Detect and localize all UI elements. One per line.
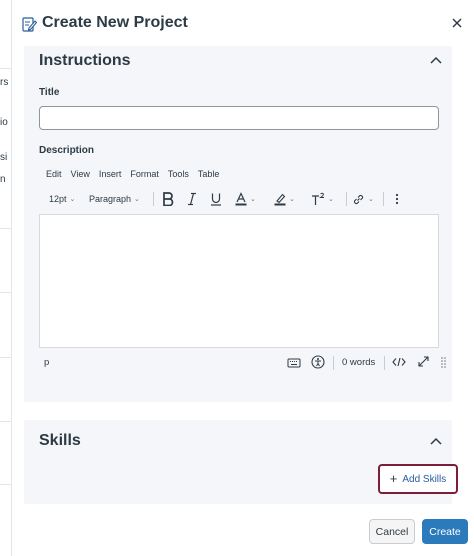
chevron-down-icon: ⌄ <box>134 196 140 203</box>
element-path[interactable]: p <box>44 357 49 368</box>
description-label: Description <box>39 145 95 156</box>
menu-tools[interactable]: Tools <box>168 169 189 179</box>
menu-view[interactable]: View <box>71 169 90 179</box>
menu-format[interactable]: Format <box>130 169 159 179</box>
divider <box>0 292 11 293</box>
block-format-value: Paragraph <box>89 194 132 204</box>
create-project-dialog: Create New Project Instructions Title De… <box>12 0 474 556</box>
chevron-down-icon: ⌄ <box>69 196 76 203</box>
background-text: rs <box>0 77 9 88</box>
title-label: Title <box>39 87 60 98</box>
underline-icon <box>211 193 221 206</box>
skills-panel: Skills + Add Skills <box>24 420 458 504</box>
font-size-value: 12pt <box>49 194 67 204</box>
link-icon <box>353 194 364 204</box>
background-text: n <box>0 174 6 185</box>
chevron-up-icon[interactable] <box>429 436 443 446</box>
bold-button[interactable] <box>162 191 174 207</box>
text-color-icon <box>235 192 247 206</box>
background-text: si <box>0 152 8 163</box>
word-count[interactable]: 0 words <box>342 357 375 368</box>
superscript-button[interactable]: ⌄ <box>311 191 334 207</box>
toolbar-divider <box>346 192 347 206</box>
resize-handle-icon[interactable] <box>440 356 447 369</box>
statusbar-divider <box>333 356 334 370</box>
chevron-down-icon: ⌄ <box>250 196 256 203</box>
more-button[interactable] <box>395 191 399 207</box>
instructions-heading: Instructions <box>39 52 131 69</box>
highlight-icon <box>274 193 286 206</box>
chevron-down-icon: ⌄ <box>368 196 374 203</box>
highlight-button[interactable]: ⌄ <box>274 191 295 207</box>
chevron-down-icon: ⌄ <box>328 196 334 203</box>
divider <box>0 228 11 229</box>
menu-insert[interactable]: Insert <box>99 169 122 179</box>
keyboard-icon[interactable] <box>287 356 301 369</box>
dialog-title: Create New Project <box>42 14 188 31</box>
add-skills-button[interactable]: + Add Skills <box>378 464 458 494</box>
close-icon[interactable] <box>449 15 465 31</box>
background-page: rs io si n <box>0 0 12 556</box>
dialog-header: Create New Project <box>12 0 474 48</box>
description-editor[interactable] <box>39 214 439 348</box>
divider <box>0 421 11 422</box>
italic-button[interactable] <box>187 191 197 207</box>
title-input[interactable] <box>39 106 439 130</box>
underline-button[interactable] <box>210 191 222 207</box>
chevron-down-icon: ⌄ <box>289 196 295 203</box>
divider <box>0 484 11 485</box>
instructions-panel: Instructions Title Description Edit View I… <box>24 46 452 402</box>
font-size-select[interactable]: 12pt ⌄ <box>49 191 75 207</box>
statusbar-divider <box>384 356 385 370</box>
divider <box>0 357 11 358</box>
block-format-select[interactable]: Paragraph ⌄ <box>89 191 140 207</box>
cancel-button[interactable]: Cancel <box>369 519 415 544</box>
text-color-button[interactable]: ⌄ <box>235 191 256 207</box>
toolbar-divider <box>383 192 384 206</box>
background-text: io <box>0 117 8 128</box>
html-code-icon[interactable] <box>392 357 406 367</box>
italic-icon <box>188 192 196 206</box>
add-skills-label: Add Skills <box>402 473 447 485</box>
create-button[interactable]: Create <box>422 519 468 544</box>
divider <box>0 68 11 69</box>
superscript-icon <box>312 192 324 205</box>
menu-edit[interactable]: Edit <box>46 169 62 179</box>
editor-statusbar: p 0 words <box>39 350 446 378</box>
chevron-up-icon[interactable] <box>429 55 443 65</box>
plus-icon: + <box>389 471 398 486</box>
bold-icon <box>163 192 174 206</box>
fullscreen-icon[interactable] <box>417 355 430 368</box>
editor-menubar: Edit View Insert Format Tools Table <box>46 169 228 183</box>
editor-toolbar: 12pt ⌄ Paragraph ⌄ ⌄ ⌄ ⌄ ⌄ <box>46 191 426 207</box>
menu-table[interactable]: Table <box>198 169 220 179</box>
accessibility-icon[interactable] <box>311 355 325 369</box>
edit-icon <box>22 17 37 32</box>
toolbar-divider <box>153 192 154 206</box>
more-icon <box>395 193 399 205</box>
skills-heading: Skills <box>39 432 81 449</box>
link-button[interactable]: ⌄ <box>352 191 374 207</box>
